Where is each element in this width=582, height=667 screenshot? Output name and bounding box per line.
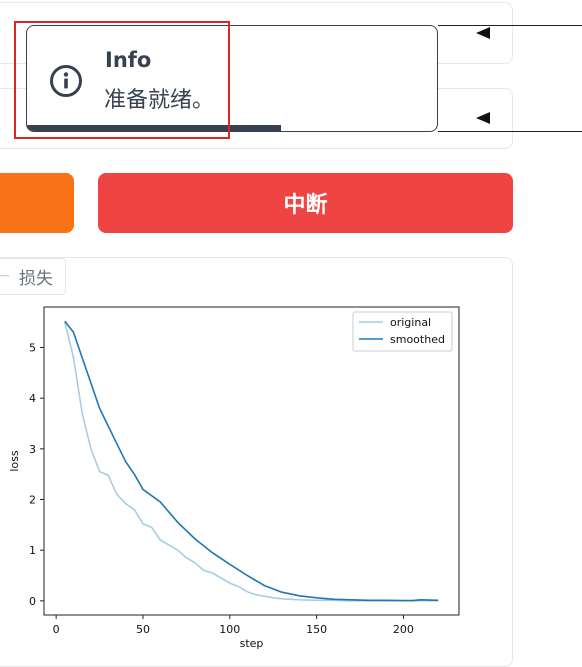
callout-line-bottom — [438, 131, 582, 132]
loss-chart: 0 50 100 150 200 0 1 2 3 4 5 step loss original smooth… — [8, 306, 460, 649]
plot-frame — [43, 306, 460, 616]
x-tick-label: 50 — [136, 623, 150, 636]
tab-loss[interactable]: ⌐ 损失 — [0, 258, 66, 295]
legend-label: smoothed — [390, 333, 445, 346]
interrupt-button[interactable]: 中断 — [98, 173, 513, 233]
tab-loss-label: 损失 — [19, 269, 53, 289]
collapse-arrow-icon[interactable] — [476, 27, 490, 39]
y-tick-label: 5 — [29, 342, 36, 355]
x-tick-label: 100 — [219, 623, 240, 636]
collapse-arrow-icon[interactable] — [476, 112, 490, 124]
x-tick-label: 0 — [53, 623, 60, 636]
info-circle-icon — [50, 65, 82, 97]
primary-action-button[interactable] — [0, 173, 74, 233]
info-toast: Info 准备就绪。 — [26, 25, 438, 132]
toast-message: 准备就绪。 — [104, 88, 215, 113]
callout-line-top — [438, 25, 582, 26]
toast-progress-bar — [27, 125, 282, 131]
legend-label: original — [390, 316, 431, 329]
y-tick-label: 4 — [29, 392, 36, 405]
y-tick-label: 1 — [29, 544, 36, 557]
y-tick-label: 0 — [29, 595, 36, 608]
x-axis-label: step — [240, 637, 264, 649]
x-tick-label: 200 — [393, 623, 414, 636]
x-tick-label: 150 — [306, 623, 327, 636]
tab-separator: ⌐ — [0, 266, 11, 287]
y-tick-label: 2 — [29, 494, 36, 507]
toast-title: Info — [105, 48, 152, 72]
y-axis-label: loss — [8, 450, 21, 472]
y-tick-label: 3 — [29, 443, 36, 456]
